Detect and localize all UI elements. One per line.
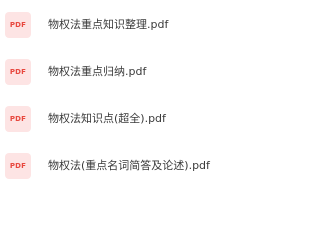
file-list: PDF 物权法重点知识整理.pdf PDF 物权法重点归纳.pdf PDF 物权… [0,0,300,208]
pdf-icon-label: PDF [9,68,27,76]
pdf-file-icon: PDF [5,59,31,85]
pdf-file-icon: PDF [5,12,31,38]
pdf-file-icon: PDF [5,153,31,179]
file-name[interactable]: 物权法重点知识整理.pdf [48,17,168,33]
pdf-file-icon: PDF [5,106,31,132]
file-name[interactable]: 物权法(重点名词简答及论述).pdf [48,158,210,174]
pdf-icon-label: PDF [9,21,27,29]
pdf-icon-label: PDF [9,162,27,170]
file-item-3[interactable]: PDF 物权法知识点(超全).pdf [0,104,300,134]
file-name[interactable]: 物权法知识点(超全).pdf [48,111,166,127]
pdf-icon-label: PDF [9,115,27,123]
file-item-2[interactable]: PDF 物权法重点归纳.pdf [0,57,300,87]
file-item-1[interactable]: PDF 物权法重点知识整理.pdf [0,10,300,40]
file-name[interactable]: 物权法重点归纳.pdf [48,64,146,80]
file-item-4[interactable]: PDF 物权法(重点名词简答及论述).pdf [0,151,300,181]
